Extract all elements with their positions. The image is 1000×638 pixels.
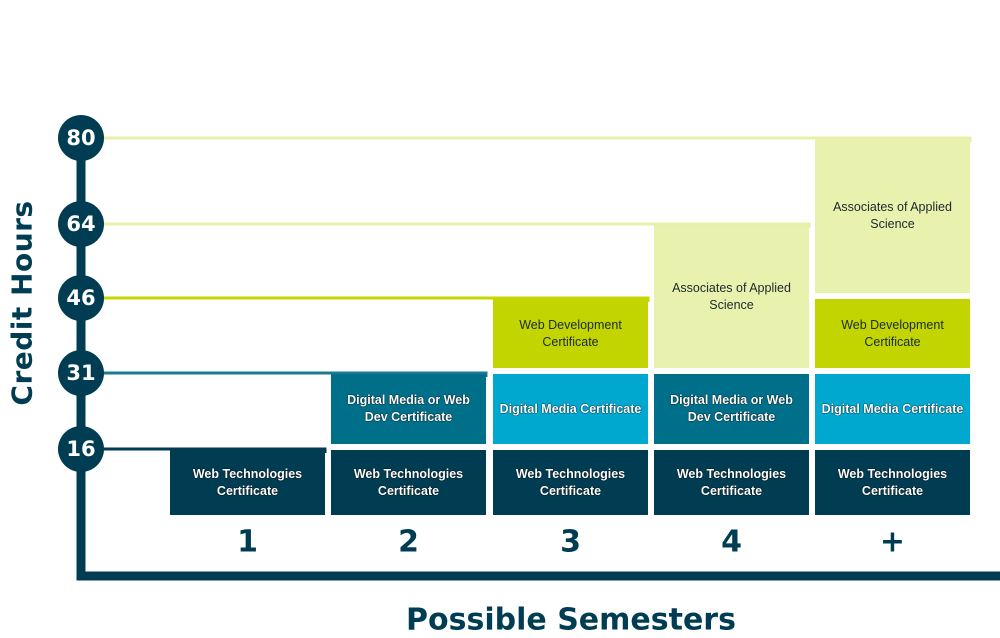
y-tick-31: 31 [58, 350, 104, 396]
credential-label: Associates of Applied Science [672, 280, 791, 312]
y-tick-80: 80 [58, 115, 104, 161]
semester-label: 1 [237, 524, 258, 560]
credential-block: Web Development Certificate [815, 299, 970, 368]
semester-label: 4 [721, 524, 742, 560]
credential-block: Web Technologies Certificate [331, 450, 486, 515]
credential-block: Digital Media or Web Dev Certificate [654, 374, 809, 444]
credential-label: Web Development Certificate [519, 317, 622, 349]
credential-block: Associates of Applied Science [815, 139, 970, 293]
semester-label: 2 [398, 524, 419, 560]
y-axis-label: Credit Hours [5, 200, 39, 406]
credential-label: Web Technologies Certificate [353, 466, 464, 498]
credential-block: Digital Media Certificate [493, 374, 648, 444]
credential-block: Web Technologies Certificate [654, 450, 809, 515]
y-tick-64: 64 [58, 201, 104, 247]
credential-block: Associates of Applied Science [654, 225, 809, 368]
credential-label: Associates of Applied Science [833, 200, 952, 231]
credential-block: Digital Media Certificate [815, 374, 970, 444]
credential-block: Digital Media or Web Dev Certificate [331, 374, 486, 444]
credential-label: Digital Media or Web Dev Certificate [347, 393, 470, 424]
credential-block: Web Development Certificate [493, 299, 648, 368]
credential-label: Web Technologies Certificate [515, 466, 626, 498]
y-tick-16: 16 [58, 426, 104, 472]
credential-label: Digital Media Certificate [499, 401, 642, 416]
credential-block: Web Technologies Certificate [815, 450, 970, 515]
credential-block: Web Technologies Certificate [493, 450, 648, 515]
credential-block: Web Technologies Certificate [170, 450, 325, 515]
x-axis-label: Possible Semesters [406, 602, 736, 638]
credential-label: Digital Media Certificate [821, 401, 964, 416]
credential-label: Web Development Certificate [841, 317, 944, 349]
credential-label: Web Technologies Certificate [837, 466, 948, 498]
credential-label: Digital Media or Web Dev Certificate [670, 393, 793, 424]
semester-label: 3 [560, 524, 581, 560]
y-tick-46: 46 [58, 275, 104, 321]
credential-label: Web Technologies Certificate [192, 466, 303, 498]
credential-label: Web Technologies Certificate [676, 466, 787, 498]
semester-label: + [879, 524, 906, 560]
